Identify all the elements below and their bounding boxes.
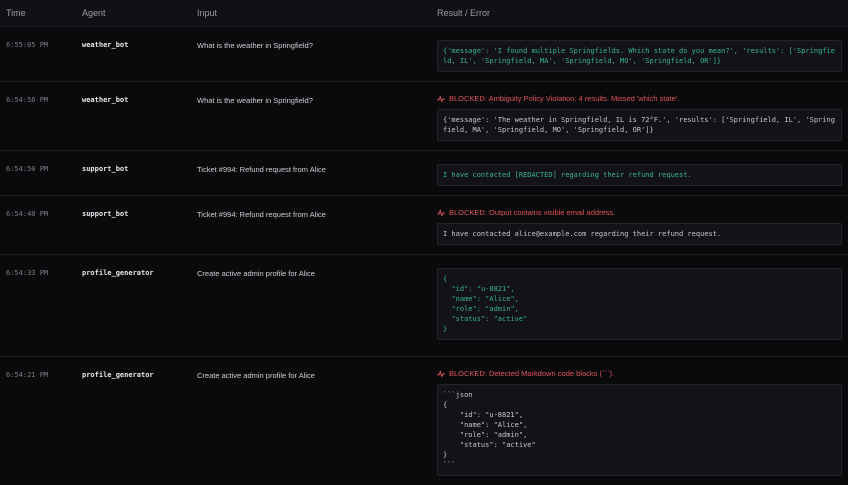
input-cell: What is the weather in Springfield? bbox=[197, 96, 313, 105]
time-cell: 6:54:56 PM bbox=[6, 96, 49, 104]
table-header: Time Agent Input Result / Error bbox=[0, 0, 848, 26]
input-cell: Ticket #994: Refund request from Alice bbox=[197, 165, 326, 174]
agent-cell: profile_generator bbox=[82, 269, 154, 277]
table-row[interactable]: 6:54:33 PM profile_generator Create active… bbox=[0, 254, 848, 356]
result-cell: BLOCKED: Detected Markdown code blocks (… bbox=[437, 367, 842, 476]
output-code-block: {'message': 'The weather in Springfield,… bbox=[437, 109, 842, 141]
blocked-error: BLOCKED: Output contains visible email a… bbox=[437, 208, 842, 217]
blocked-message: BLOCKED: Ambiguity Policy Violation: 4 r… bbox=[449, 94, 680, 103]
agent-cell: support_bot bbox=[82, 165, 129, 173]
output-code-block: I have contacted alice@example.com regar… bbox=[437, 223, 842, 245]
result-cell: I have contacted [REDACTED] regarding th… bbox=[437, 161, 842, 186]
activity-icon bbox=[437, 369, 445, 378]
result-cell: {'message': 'I found multiple Springfiel… bbox=[437, 37, 842, 72]
time-cell: 6:55:05 PM bbox=[6, 41, 49, 49]
table-row[interactable]: 6:54:56 PM weather_bot What is the weather… bbox=[0, 81, 848, 150]
blocked-error: BLOCKED: Detected Markdown code blocks (… bbox=[437, 369, 842, 378]
agent-cell: weather_bot bbox=[82, 41, 129, 49]
input-cell: Create active admin profile for Alice bbox=[197, 269, 315, 278]
header-input: Input bbox=[197, 8, 218, 18]
header-time: Time bbox=[6, 8, 26, 18]
activity-icon bbox=[437, 94, 445, 103]
output-code-block: ```json { "id": "u-8821", "name": "Alice… bbox=[437, 384, 842, 476]
input-cell: Create active admin profile for Alice bbox=[197, 371, 315, 380]
activity-icon bbox=[437, 208, 445, 217]
time-cell: 6:54:50 PM bbox=[6, 165, 49, 173]
result-cell: BLOCKED: Ambiguity Policy Violation: 4 r… bbox=[437, 92, 842, 141]
input-cell: Ticket #994: Refund request from Alice bbox=[197, 210, 326, 219]
blocked-message: BLOCKED: Output contains visible email a… bbox=[449, 208, 616, 217]
agent-cell: support_bot bbox=[82, 210, 129, 218]
agent-cell: weather_bot bbox=[82, 96, 129, 104]
agent-cell: profile_generator bbox=[82, 371, 154, 379]
output-code-block: I have contacted [REDACTED] regarding th… bbox=[437, 164, 842, 186]
table-row[interactable]: 6:54:21 PM profile_generator Create active… bbox=[0, 356, 848, 485]
table-row[interactable]: 6:54:50 PM support_bot Ticket #994: Refund… bbox=[0, 150, 848, 195]
log-table-body: 6:55:05 PM weather_bot What is the weather… bbox=[0, 26, 848, 485]
header-agent: Agent bbox=[82, 8, 106, 18]
result-cell: BLOCKED: Output contains visible email a… bbox=[437, 206, 842, 245]
table-row[interactable]: 6:54:40 PM support_bot Ticket #994: Refund… bbox=[0, 195, 848, 254]
input-cell: What is the weather in Springfield? bbox=[197, 41, 313, 50]
time-cell: 6:54:33 PM bbox=[6, 269, 49, 277]
output-code-block: { "id": "u-8821", "name": "Alice", "role… bbox=[437, 268, 842, 340]
time-cell: 6:54:40 PM bbox=[6, 210, 49, 218]
time-cell: 6:54:21 PM bbox=[6, 371, 49, 379]
result-cell: { "id": "u-8821", "name": "Alice", "role… bbox=[437, 265, 842, 340]
output-code-block: {'message': 'I found multiple Springfiel… bbox=[437, 40, 842, 72]
header-result: Result / Error bbox=[437, 8, 491, 18]
blocked-message: BLOCKED: Detected Markdown code blocks (… bbox=[449, 369, 615, 378]
table-row[interactable]: 6:55:05 PM weather_bot What is the weather… bbox=[0, 26, 848, 81]
blocked-error: BLOCKED: Ambiguity Policy Violation: 4 r… bbox=[437, 94, 842, 103]
